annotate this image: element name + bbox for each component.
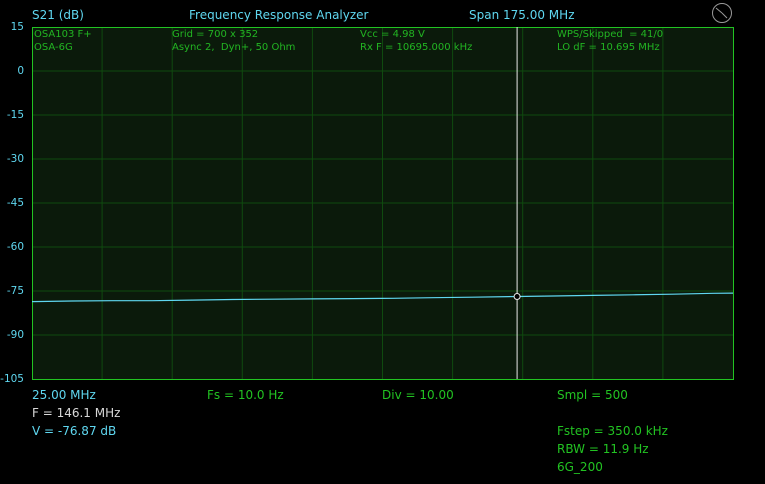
vcc-readout: Vcc = 4.98 V (360, 29, 425, 40)
marker-frequency: F = 146.1 MHz (32, 406, 121, 420)
device-name: OSA103 F+ (34, 29, 92, 40)
fs-readout: Fs = 10.0 Hz (207, 388, 284, 402)
sample-readout: Smpl = 500 (557, 388, 628, 402)
module-name: OSA-6G (34, 42, 73, 53)
marker-point (513, 292, 521, 300)
start-frequency: 25.00 MHz (32, 388, 96, 402)
marker-value: V = -76.87 dB (32, 424, 117, 438)
wps-readout: WPS/Skipped = 41/0 (557, 29, 664, 40)
band-readout: 6G_200 (557, 460, 603, 474)
rbw-readout: RBW = 11.9 Hz (557, 442, 649, 456)
rx-freq-readout: Rx F = 10695.000 kHz (360, 42, 473, 53)
grid-size: Grid = 700 x 352 (172, 29, 259, 40)
lo-df-readout: LO dF = 10.695 MHz (557, 42, 660, 53)
div-readout: Div = 10.00 (382, 388, 454, 402)
fstep-readout: Fstep = 350.0 kHz (557, 424, 668, 438)
mode-info: Async 2, Dyn+, 50 Ohm (172, 42, 296, 53)
